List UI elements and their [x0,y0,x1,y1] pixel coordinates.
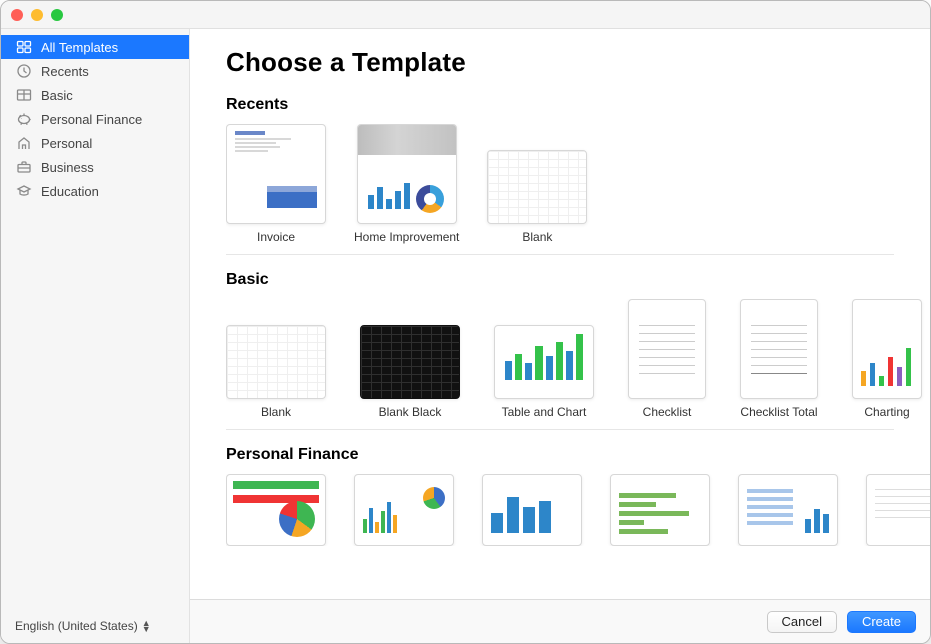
sidebar-item-business[interactable]: Business [1,155,189,179]
template-thumb [852,299,922,399]
template-invoice[interactable]: Invoice [226,124,326,244]
basic-row: Blank Blank Black [226,299,930,419]
minimize-window-button[interactable] [31,9,43,21]
sidebar-item-label: Basic [41,88,73,103]
recents-icon [15,63,33,79]
template-chooser-window: All Templates Recents Basic [0,0,931,644]
sidebar-item-label: All Templates [41,40,118,55]
template-label: Table and Chart [502,405,587,419]
sidebar-item-basic[interactable]: Basic [1,83,189,107]
language-label: English (United States) [15,619,138,633]
template-pf-4[interactable] [610,474,710,546]
template-blank-black[interactable]: Blank Black [360,299,460,419]
recents-row: Invoice Home Improvement [226,124,930,244]
template-thumb [226,124,326,224]
language-picker[interactable]: English (United States) ▲▼ [1,610,189,643]
zoom-window-button[interactable] [51,9,63,21]
template-thumb [740,299,818,399]
template-thumb [628,299,706,399]
close-window-button[interactable] [11,9,23,21]
cancel-button[interactable]: Cancel [767,611,837,633]
section-header-basic: Basic [226,271,930,289]
sidebar-item-education[interactable]: Education [1,179,189,203]
section-header-personal-finance: Personal Finance [226,446,930,464]
template-table-and-chart[interactable]: Table and Chart [494,299,594,419]
template-thumb [482,474,582,546]
template-label: Checklist [643,405,692,419]
stepper-icon: ▲▼ [142,620,151,632]
sidebar-item-personal-finance[interactable]: Personal Finance [1,107,189,131]
template-checklist[interactable]: Checklist [628,299,706,419]
template-thumb [357,124,457,224]
template-blank[interactable]: Blank [226,299,326,419]
template-thumb [487,150,587,224]
template-pf-3[interactable] [482,474,582,546]
dialog-footer: Cancel Create [190,599,930,643]
section-divider [226,429,894,430]
sidebar-item-label: Business [41,160,94,175]
template-thumb [226,474,326,546]
template-label: Invoice [257,230,295,244]
template-checklist-total[interactable]: Checklist Total [740,299,818,419]
template-thumb [866,474,930,546]
sidebar-item-label: Personal Finance [41,112,142,127]
business-icon [15,159,33,175]
template-label: Blank [261,405,291,419]
basic-icon [15,87,33,103]
template-blank-recent[interactable]: Blank [487,124,587,244]
template-pf-5[interactable] [738,474,838,546]
sidebar-item-personal[interactable]: Personal [1,131,189,155]
template-label: Home Improvement [354,230,459,244]
personal-finance-row [226,474,930,546]
template-thumb [226,325,326,399]
sidebar: All Templates Recents Basic [1,29,190,643]
page-title: Choose a Template [226,47,930,78]
template-thumb [494,325,594,399]
sidebar-item-recents[interactable]: Recents [1,59,189,83]
template-pf-1[interactable] [226,474,326,546]
window-titlebar [1,1,930,29]
template-thumb [354,474,454,546]
template-thumb [610,474,710,546]
template-label: Blank [522,230,552,244]
template-charting[interactable]: Charting [852,299,922,419]
sidebar-item-label: Education [41,184,99,199]
template-scroll-area[interactable]: Choose a Template Recents [190,29,930,599]
section-divider [226,254,894,255]
section-header-recents: Recents [226,96,930,114]
sidebar-category-list: All Templates Recents Basic [1,29,189,610]
template-label: Blank Black [379,405,442,419]
template-label: Checklist Total [740,405,817,419]
template-pf-6[interactable] [866,474,930,546]
sidebar-item-label: Personal [41,136,92,151]
traffic-lights [11,9,63,21]
finance-icon [15,111,33,127]
templates-icon [15,39,33,55]
content-area: Choose a Template Recents [190,29,930,643]
sidebar-item-all-templates[interactable]: All Templates [1,35,189,59]
template-home-improvement[interactable]: Home Improvement [354,124,459,244]
sidebar-item-label: Recents [41,64,89,79]
education-icon [15,183,33,199]
personal-icon [15,135,33,151]
template-thumb [738,474,838,546]
create-button[interactable]: Create [847,611,916,633]
template-thumb [360,325,460,399]
template-label: Charting [864,405,909,419]
template-pf-2[interactable] [354,474,454,546]
